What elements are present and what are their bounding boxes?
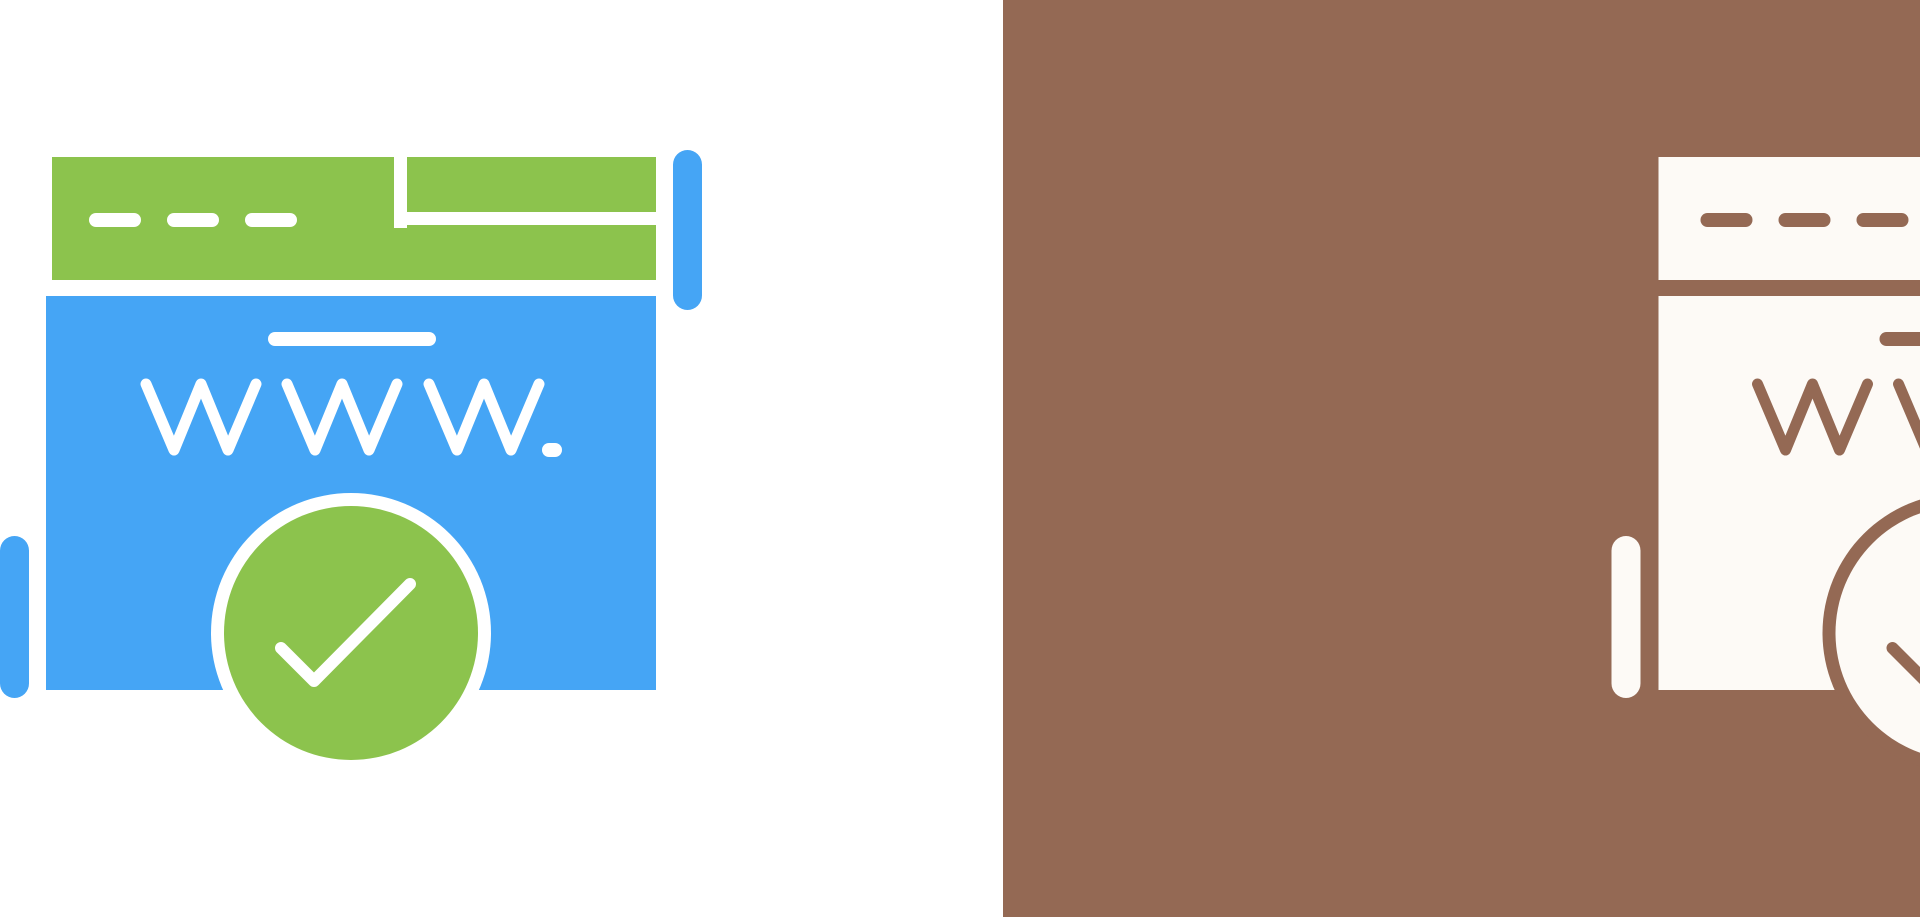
url-line xyxy=(1879,332,1920,346)
glyph-variant-panel xyxy=(1003,0,1920,917)
icon-sheet xyxy=(0,0,1920,917)
menu-dash-3 xyxy=(1856,213,1909,227)
menu-dash-2 xyxy=(1778,213,1831,227)
scroll-bar-left xyxy=(1611,536,1641,698)
website-verified-glyph-icon xyxy=(1611,157,1920,767)
menu-dash-1 xyxy=(1700,213,1753,227)
